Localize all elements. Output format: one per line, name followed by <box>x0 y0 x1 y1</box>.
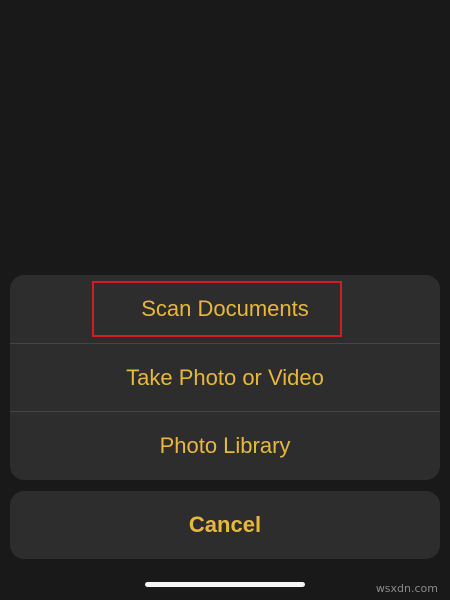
cancel-button[interactable]: Cancel <box>10 491 440 559</box>
scan-documents-button[interactable]: Scan Documents <box>10 275 440 343</box>
home-indicator[interactable] <box>145 582 305 587</box>
photo-library-label: Photo Library <box>159 433 291 458</box>
take-photo-or-video-button[interactable]: Take Photo or Video <box>10 344 440 412</box>
take-photo-or-video-label: Take Photo or Video <box>126 365 324 390</box>
photo-library-button[interactable]: Photo Library <box>10 412 440 480</box>
action-sheet: Scan Documents Take Photo or Video Photo… <box>10 275 440 480</box>
watermark: wsxdn.com <box>375 582 438 595</box>
scan-documents-label: Scan Documents <box>141 296 309 321</box>
cancel-label: Cancel <box>188 512 262 537</box>
